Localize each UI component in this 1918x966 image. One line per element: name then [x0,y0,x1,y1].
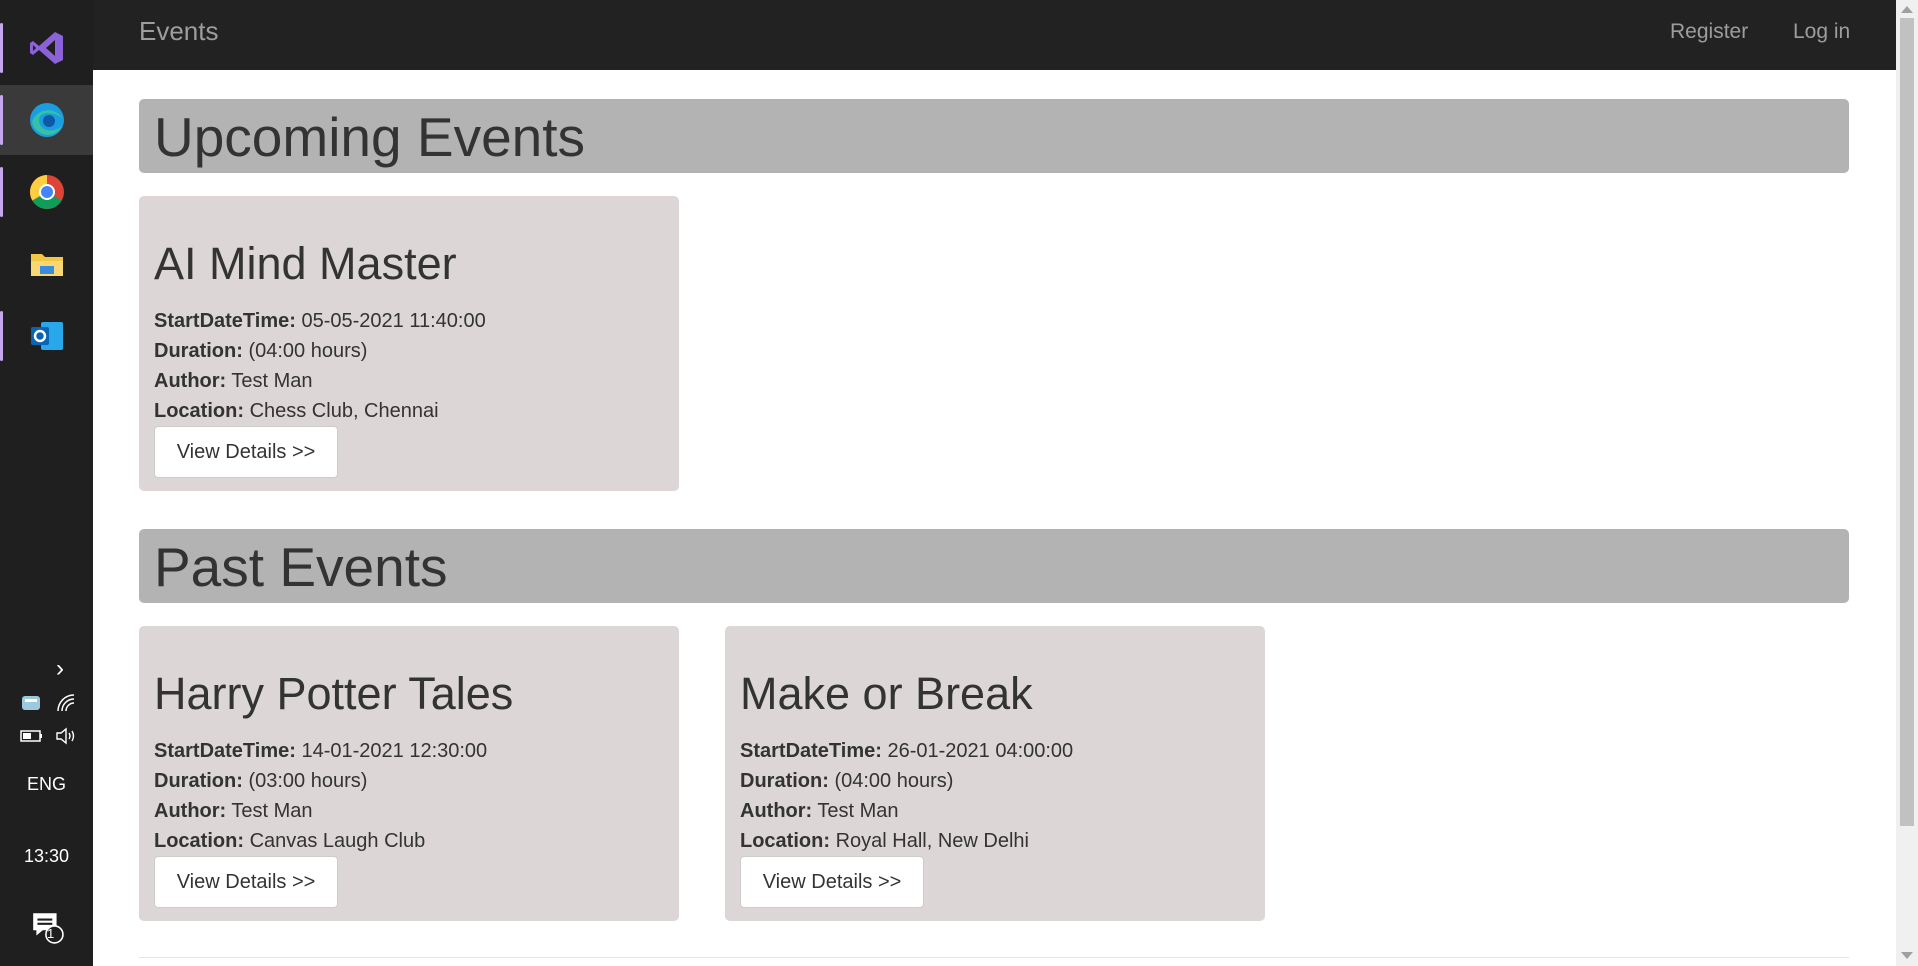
start-value: 26-01-2021 04:00:00 [887,740,1074,762]
login-link[interactable]: Log in [1793,20,1850,44]
battery-icon[interactable] [20,728,44,749]
section-title: Upcoming Events [154,106,586,168]
taskbar: › ENG 13:30 1 [0,0,93,966]
author-value: Test Man [231,370,313,392]
action-center-button[interactable]: 1 [30,910,64,949]
duration-value: (04:00 hours) [834,770,954,792]
event-details: StartDateTime: 26-01-2021 04:00:00 Durat… [740,736,1073,856]
notification-count-badge: 1 [47,926,55,941]
wifi-icon[interactable] [55,692,77,719]
show-hidden-icons-chevron-icon[interactable]: › [56,655,64,683]
upcoming-events-header: Upcoming Events [139,99,1849,173]
view-details-button[interactable]: View Details >> [154,856,338,908]
chrome-icon [29,175,64,209]
event-card: Harry Potter Tales StartDateTime: 14-01-… [139,626,679,921]
chrome-taskbar-button[interactable] [0,157,93,227]
author-value: Test Man [231,800,313,822]
language-indicator[interactable]: ENG [0,774,93,795]
register-link[interactable]: Register [1670,20,1748,44]
author-value: Test Man [817,800,899,822]
file-explorer-taskbar-button[interactable] [0,229,93,299]
edge-icon [29,103,64,137]
event-card: AI Mind Master StartDateTime: 05-05-2021… [139,196,679,491]
event-title: Make or Break [740,668,1033,719]
app-running-indicator [0,311,3,361]
event-details: StartDateTime: 05-05-2021 11:40:00 Durat… [154,306,486,426]
clock[interactable]: 13:30 [0,846,93,867]
event-title: Harry Potter Tales [154,668,514,719]
start-value: 14-01-2021 12:30:00 [301,740,488,762]
location-label: Location: [740,830,830,852]
app-tray-icon[interactable] [20,692,42,719]
start-label: StartDateTime: [154,310,296,332]
duration-label: Duration: [740,770,829,792]
duration-value: (03:00 hours) [248,770,368,792]
location-value: Canvas Laugh Club [249,830,426,852]
main-content: Upcoming Events AI Mind Master StartDate… [93,70,1896,966]
edge-taskbar-button[interactable] [0,85,93,155]
past-events-header: Past Events [139,529,1849,603]
outlook-icon [30,322,63,350]
view-details-button[interactable]: View Details >> [740,856,924,908]
location-label: Location: [154,400,244,422]
event-card: Make or Break StartDateTime: 26-01-2021 … [725,626,1265,921]
duration-label: Duration: [154,770,243,792]
section-title: Past Events [154,536,448,598]
duration-label: Duration: [154,340,243,362]
visual-studio-taskbar-button[interactable] [0,13,93,83]
outlook-taskbar-button[interactable] [0,301,93,371]
scroll-thumb[interactable] [1900,18,1914,826]
start-label: StartDateTime: [740,740,882,762]
scroll-up-arrow-icon[interactable] [1901,6,1913,13]
footer-divider [139,957,1849,958]
event-title: AI Mind Master [154,238,457,289]
location-label: Location: [154,830,244,852]
author-label: Author: [154,800,227,822]
vertical-scrollbar[interactable] [1896,0,1918,966]
volume-icon[interactable] [55,726,77,751]
duration-value: (04:00 hours) [248,340,368,362]
location-value: Chess Club, Chennai [249,400,439,422]
location-value: Royal Hall, New Delhi [835,830,1029,852]
folder-icon [30,254,63,276]
start-label: StartDateTime: [154,740,296,762]
app-running-indicator [0,95,3,145]
start-value: 05-05-2021 11:40:00 [301,310,486,332]
app-running-indicator [0,167,3,217]
view-details-button[interactable]: View Details >> [154,426,338,478]
visual-studio-icon [29,32,63,64]
app-running-indicator [0,23,3,73]
navbar: Events Register Log in [93,0,1896,70]
event-details: StartDateTime: 14-01-2021 12:30:00 Durat… [154,736,487,856]
author-label: Author: [740,800,813,822]
scroll-down-arrow-icon[interactable] [1901,952,1913,959]
navbar-brand[interactable]: Events [139,16,219,47]
author-label: Author: [154,370,227,392]
